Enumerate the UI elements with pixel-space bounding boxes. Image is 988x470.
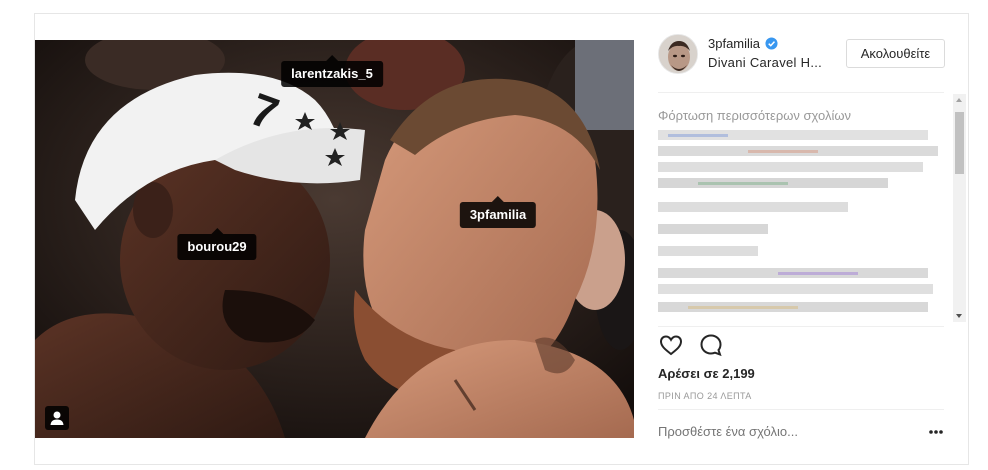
ellipsis-icon[interactable] xyxy=(928,428,944,436)
post-photo[interactable]: 7 larentzakis_5 bourou29 3pfamilia xyxy=(35,40,634,438)
likes-count[interactable]: Αρέσει σε 2,199 xyxy=(658,366,755,381)
username-row: 3pfamilia xyxy=(708,36,778,51)
person-icon[interactable] xyxy=(45,406,69,430)
post-sidebar: 3pfamilia Divani Caravel H... Ακολουθείτ… xyxy=(634,14,969,464)
location-link[interactable]: Divani Caravel H... xyxy=(708,55,822,70)
username-link[interactable]: 3pfamilia xyxy=(708,36,760,51)
comments-section: Φόρτωση περισσότερων σχολίων xyxy=(658,94,968,324)
verified-badge-icon xyxy=(765,37,778,50)
photo-tag-bourou29[interactable]: bourou29 xyxy=(177,228,257,260)
scroll-up-icon[interactable] xyxy=(956,98,962,102)
photo-image: 7 xyxy=(35,40,634,438)
photo-tag-3pfamilia[interactable]: 3pfamilia xyxy=(459,196,537,228)
comment-bubble-icon[interactable] xyxy=(698,332,724,358)
photo-tag-label: larentzakis_5 xyxy=(291,66,373,81)
photo-tag-label: bourou29 xyxy=(187,239,247,254)
heart-icon[interactable] xyxy=(658,332,684,358)
following-button[interactable]: Ακολουθείτε xyxy=(846,39,945,68)
blurred-comments xyxy=(658,130,938,312)
post-actions xyxy=(658,332,724,358)
post-header: 3pfamilia Divani Caravel H... Ακολουθείτ… xyxy=(634,14,969,92)
header-divider xyxy=(658,92,944,93)
scroll-down-icon[interactable] xyxy=(956,314,962,318)
comments-scrollbar[interactable] xyxy=(953,94,966,322)
instagram-post: 7 larentzakis_5 bourou29 3pfamilia 3pfam… xyxy=(34,13,969,465)
avatar[interactable] xyxy=(658,34,698,74)
add-comment-input[interactable] xyxy=(658,424,898,439)
post-timestamp: ΠΡΙΝ ΑΠΟ 24 ΛΕΠΤΑ xyxy=(658,391,752,401)
scroll-thumb[interactable] xyxy=(955,112,964,174)
photo-tag-label: 3pfamilia xyxy=(469,207,527,222)
input-divider xyxy=(658,409,944,410)
load-more-comments-link[interactable]: Φόρτωση περισσότερων σχολίων xyxy=(658,108,851,123)
photo-tag-larentzakis[interactable]: larentzakis_5 xyxy=(281,55,383,87)
comments-divider xyxy=(658,326,944,327)
